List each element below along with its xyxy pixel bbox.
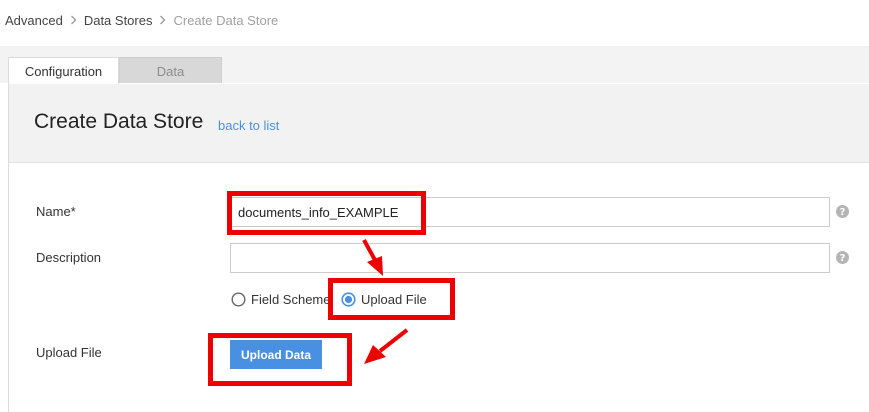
- radio-selected-icon[interactable]: [341, 291, 356, 307]
- tab-configuration[interactable]: Configuration: [8, 57, 119, 84]
- radio-unselected-icon[interactable]: [231, 291, 246, 307]
- svg-text:?: ?: [840, 253, 846, 264]
- breadcrumb-item-advanced[interactable]: Advanced: [5, 13, 63, 28]
- upload-file-label: Upload File: [36, 345, 102, 360]
- breadcrumb: Advanced Data Stores Create Data Store: [5, 11, 278, 29]
- radio-label: Upload File: [361, 291, 427, 307]
- tab-data[interactable]: Data: [119, 57, 222, 84]
- upload-data-button[interactable]: Upload Data: [230, 340, 322, 369]
- description-input[interactable]: [230, 243, 830, 273]
- svg-text:?: ?: [840, 207, 846, 218]
- chevron-right-icon: [159, 15, 166, 25]
- description-label: Description: [36, 250, 102, 265]
- name-label: Name*: [36, 204, 76, 219]
- chevron-right-icon: [70, 15, 77, 25]
- radio-label: Field Scheme: [251, 291, 331, 307]
- breadcrumb-item-current: Create Data Store: [173, 12, 279, 28]
- radio-upload-file[interactable]: Upload File: [341, 290, 427, 308]
- help-icon[interactable]: ?: [836, 251, 849, 264]
- breadcrumb-item-data-stores[interactable]: Data Stores: [84, 13, 153, 28]
- help-icon[interactable]: ?: [836, 205, 849, 218]
- page-title: Create Data Store: [34, 110, 204, 133]
- radio-field-scheme[interactable]: Field Scheme: [231, 290, 330, 308]
- name-input[interactable]: [230, 197, 830, 227]
- back-to-list-link[interactable]: back to list: [218, 118, 279, 133]
